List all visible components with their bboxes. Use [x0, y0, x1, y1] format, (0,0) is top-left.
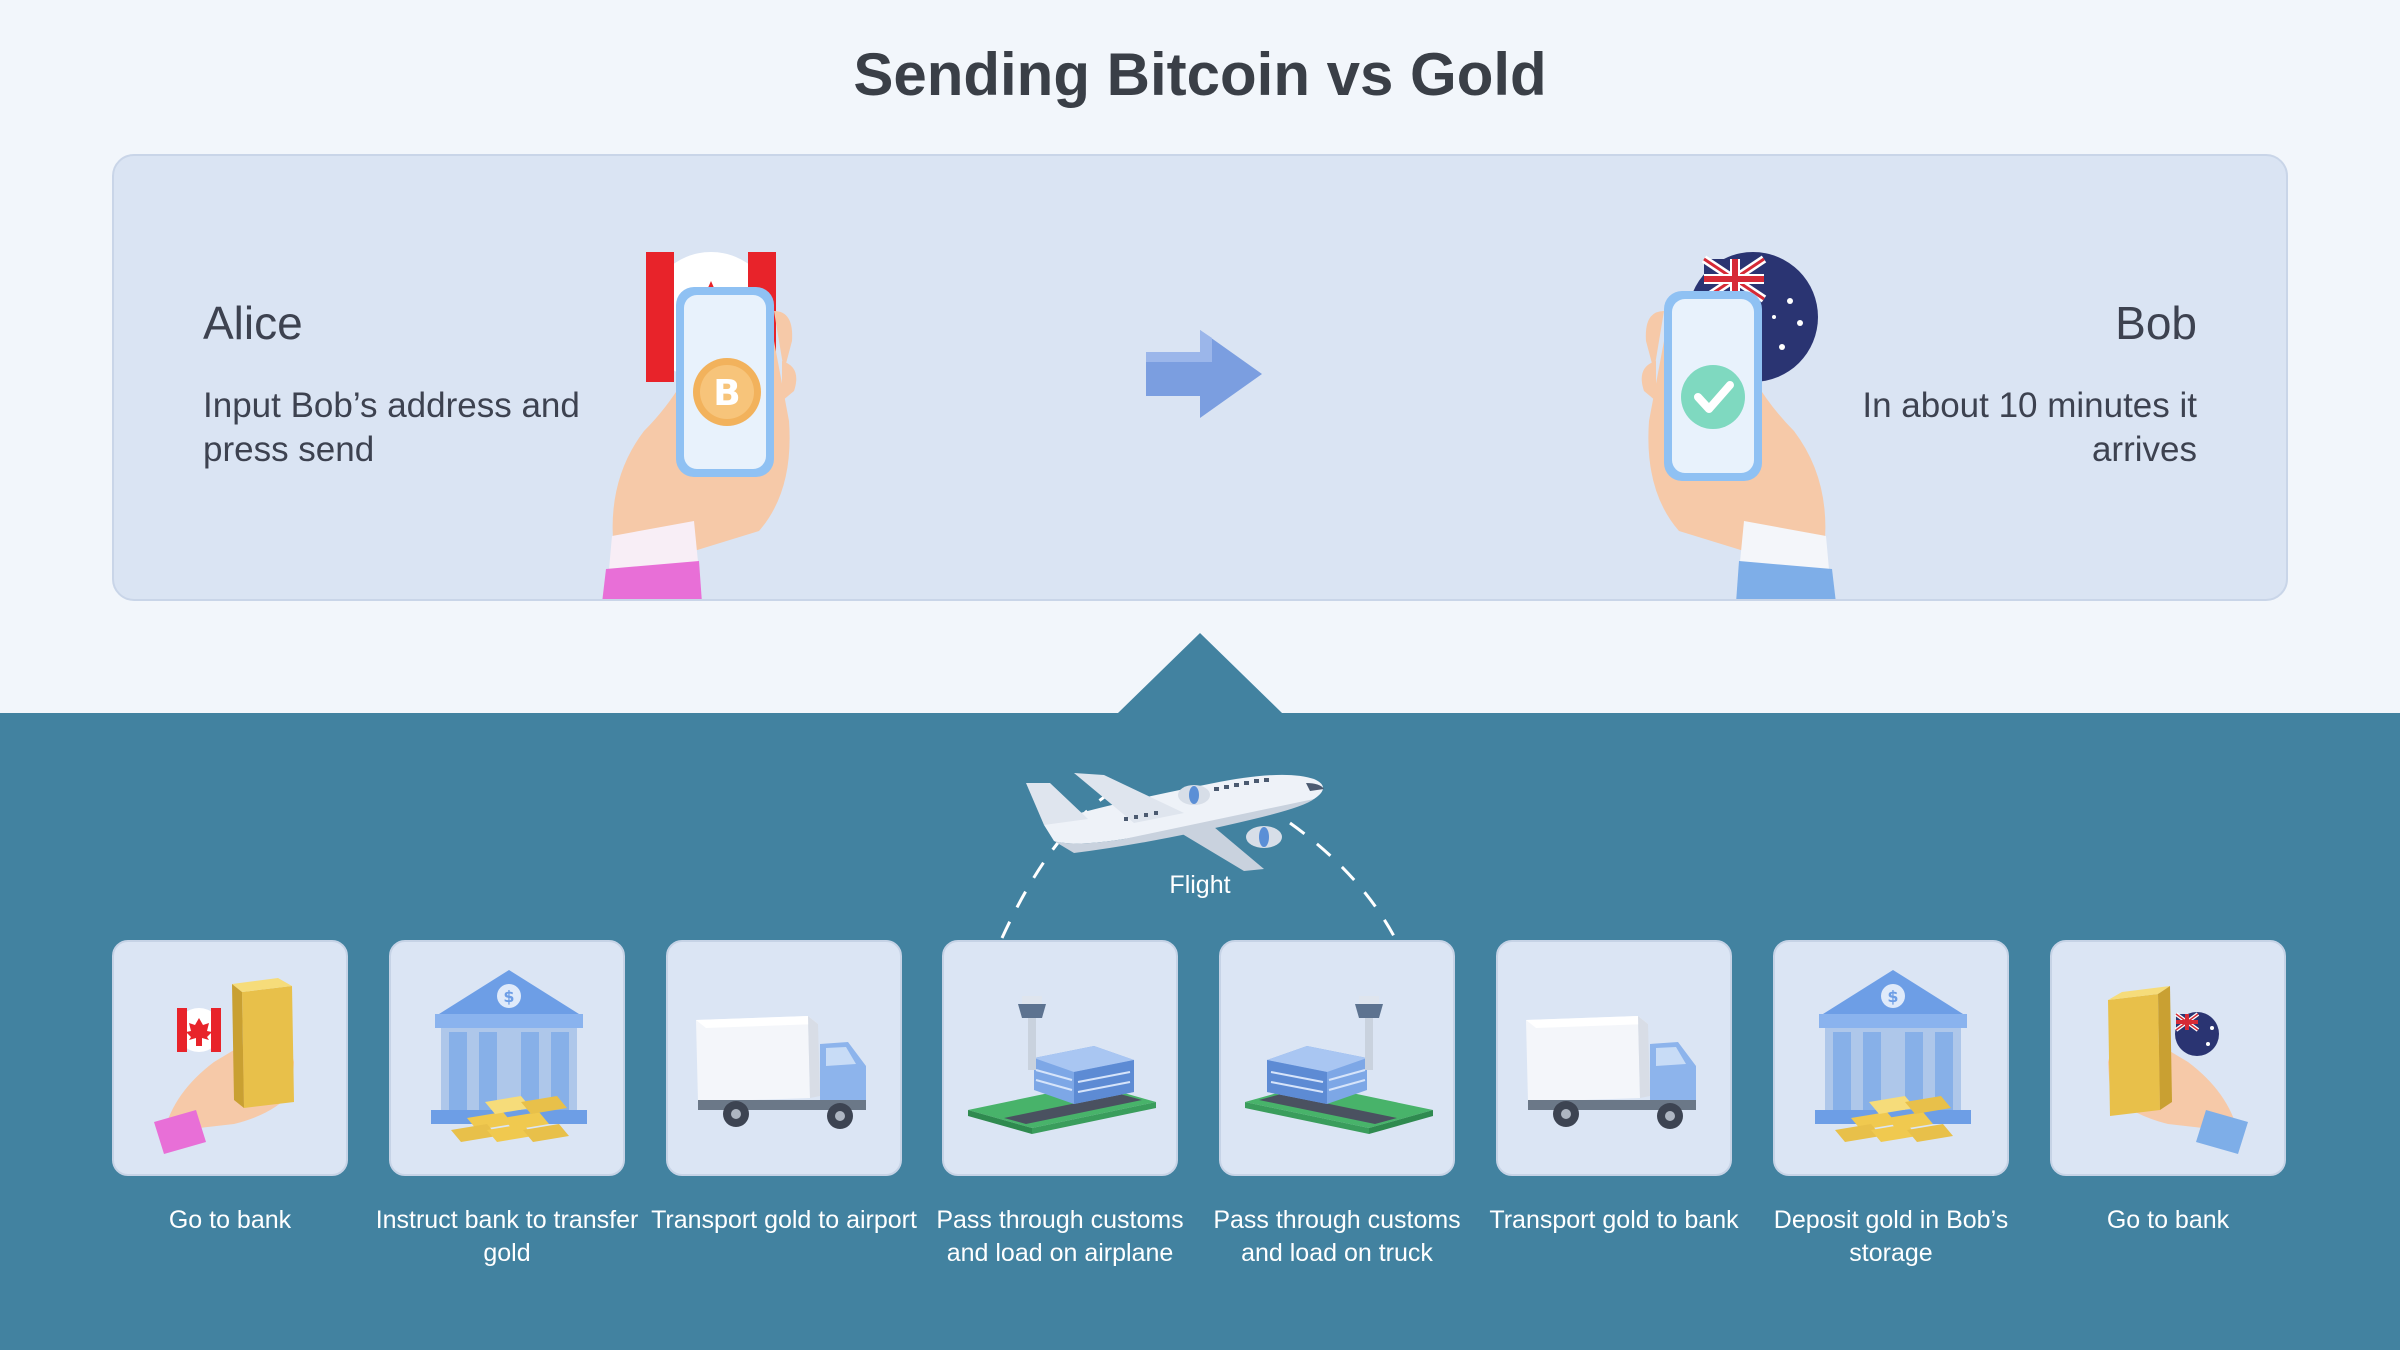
step-transport-to-bank: Transport gold to bank: [1489, 940, 1739, 1237]
page-title: Sending Bitcoin vs Gold: [853, 41, 1547, 108]
step-card: [2050, 940, 2286, 1176]
hand-gold-bar-canada-icon: [154, 978, 294, 1154]
svg-text:B: B: [713, 373, 740, 414]
alice-hand-phone-bitcoin-icon: B: [602, 252, 797, 599]
step-card: [666, 940, 902, 1176]
step-card: $: [1773, 940, 2009, 1176]
step-transport-to-airport: Transport gold to airport: [651, 940, 917, 1237]
alice-description: Input Bob’s address and press send: [203, 386, 580, 470]
pointer-notch: [1118, 633, 1282, 713]
truck-icon: [696, 1016, 866, 1129]
step-customs-airplane: Pass through customs and load on airplan…: [936, 940, 1184, 1269]
step-go-to-bank-1: Go to bank: [112, 940, 348, 1237]
step-card: $: [389, 940, 625, 1176]
airplane-icon: [1026, 773, 1324, 871]
step-deposit-gold: $ Deposit gold in Bob’s storage: [1773, 940, 2009, 1269]
step-label: Go to bank: [2106, 1206, 2230, 1234]
svg-text:$: $: [503, 987, 514, 1006]
step-card: [942, 940, 1178, 1176]
bitcoin-panel: Alice Input Bob’s address and press send…: [112, 154, 2288, 601]
step-label: Transport gold to bank: [1489, 1206, 1739, 1234]
step-card: [1219, 940, 1455, 1176]
bank-gold-icon: $: [1815, 970, 1971, 1142]
step-instruct-bank: $ Instruct bank to transfer gold: [376, 940, 638, 1269]
step-label: Pass through customs and load on airplan…: [936, 1206, 1184, 1267]
step-label: Transport gold to airport: [651, 1206, 917, 1234]
step-customs-truck: Pass through customs and load on truck: [1213, 940, 1461, 1269]
step-card: [112, 940, 348, 1176]
airport-icon: [1245, 996, 1433, 1134]
gold-steps: Go to bank $ Instruct bank to transfer g…: [0, 940, 2400, 1340]
flight-label: Flight: [1169, 871, 1231, 899]
truck-icon: [1526, 1016, 1696, 1129]
step-label: Go to bank: [168, 1206, 292, 1234]
bob-description: In about 10 minutes it arrives: [1862, 386, 2197, 470]
alice-name: Alice: [203, 297, 303, 349]
step-label: Instruct bank to transfer gold: [375, 1206, 639, 1267]
bob-name: Bob: [2115, 297, 2197, 349]
step-label: Deposit gold in Bob’s storage: [1773, 1206, 2009, 1267]
svg-text:$: $: [1887, 987, 1898, 1006]
hand-gold-bar-australia-icon: [2108, 986, 2248, 1154]
airport-icon: [968, 996, 1156, 1134]
step-card: [1496, 940, 1732, 1176]
send-arrow-icon: [1146, 330, 1262, 418]
step-go-to-bank-2: Go to bank: [2050, 940, 2286, 1237]
step-label: Pass through customs and load on truck: [1213, 1206, 1461, 1267]
bank-gold-icon: $: [431, 970, 587, 1142]
gold-process-band: Flight Go to bank $ Instruct bank to tra…: [0, 633, 2400, 1350]
